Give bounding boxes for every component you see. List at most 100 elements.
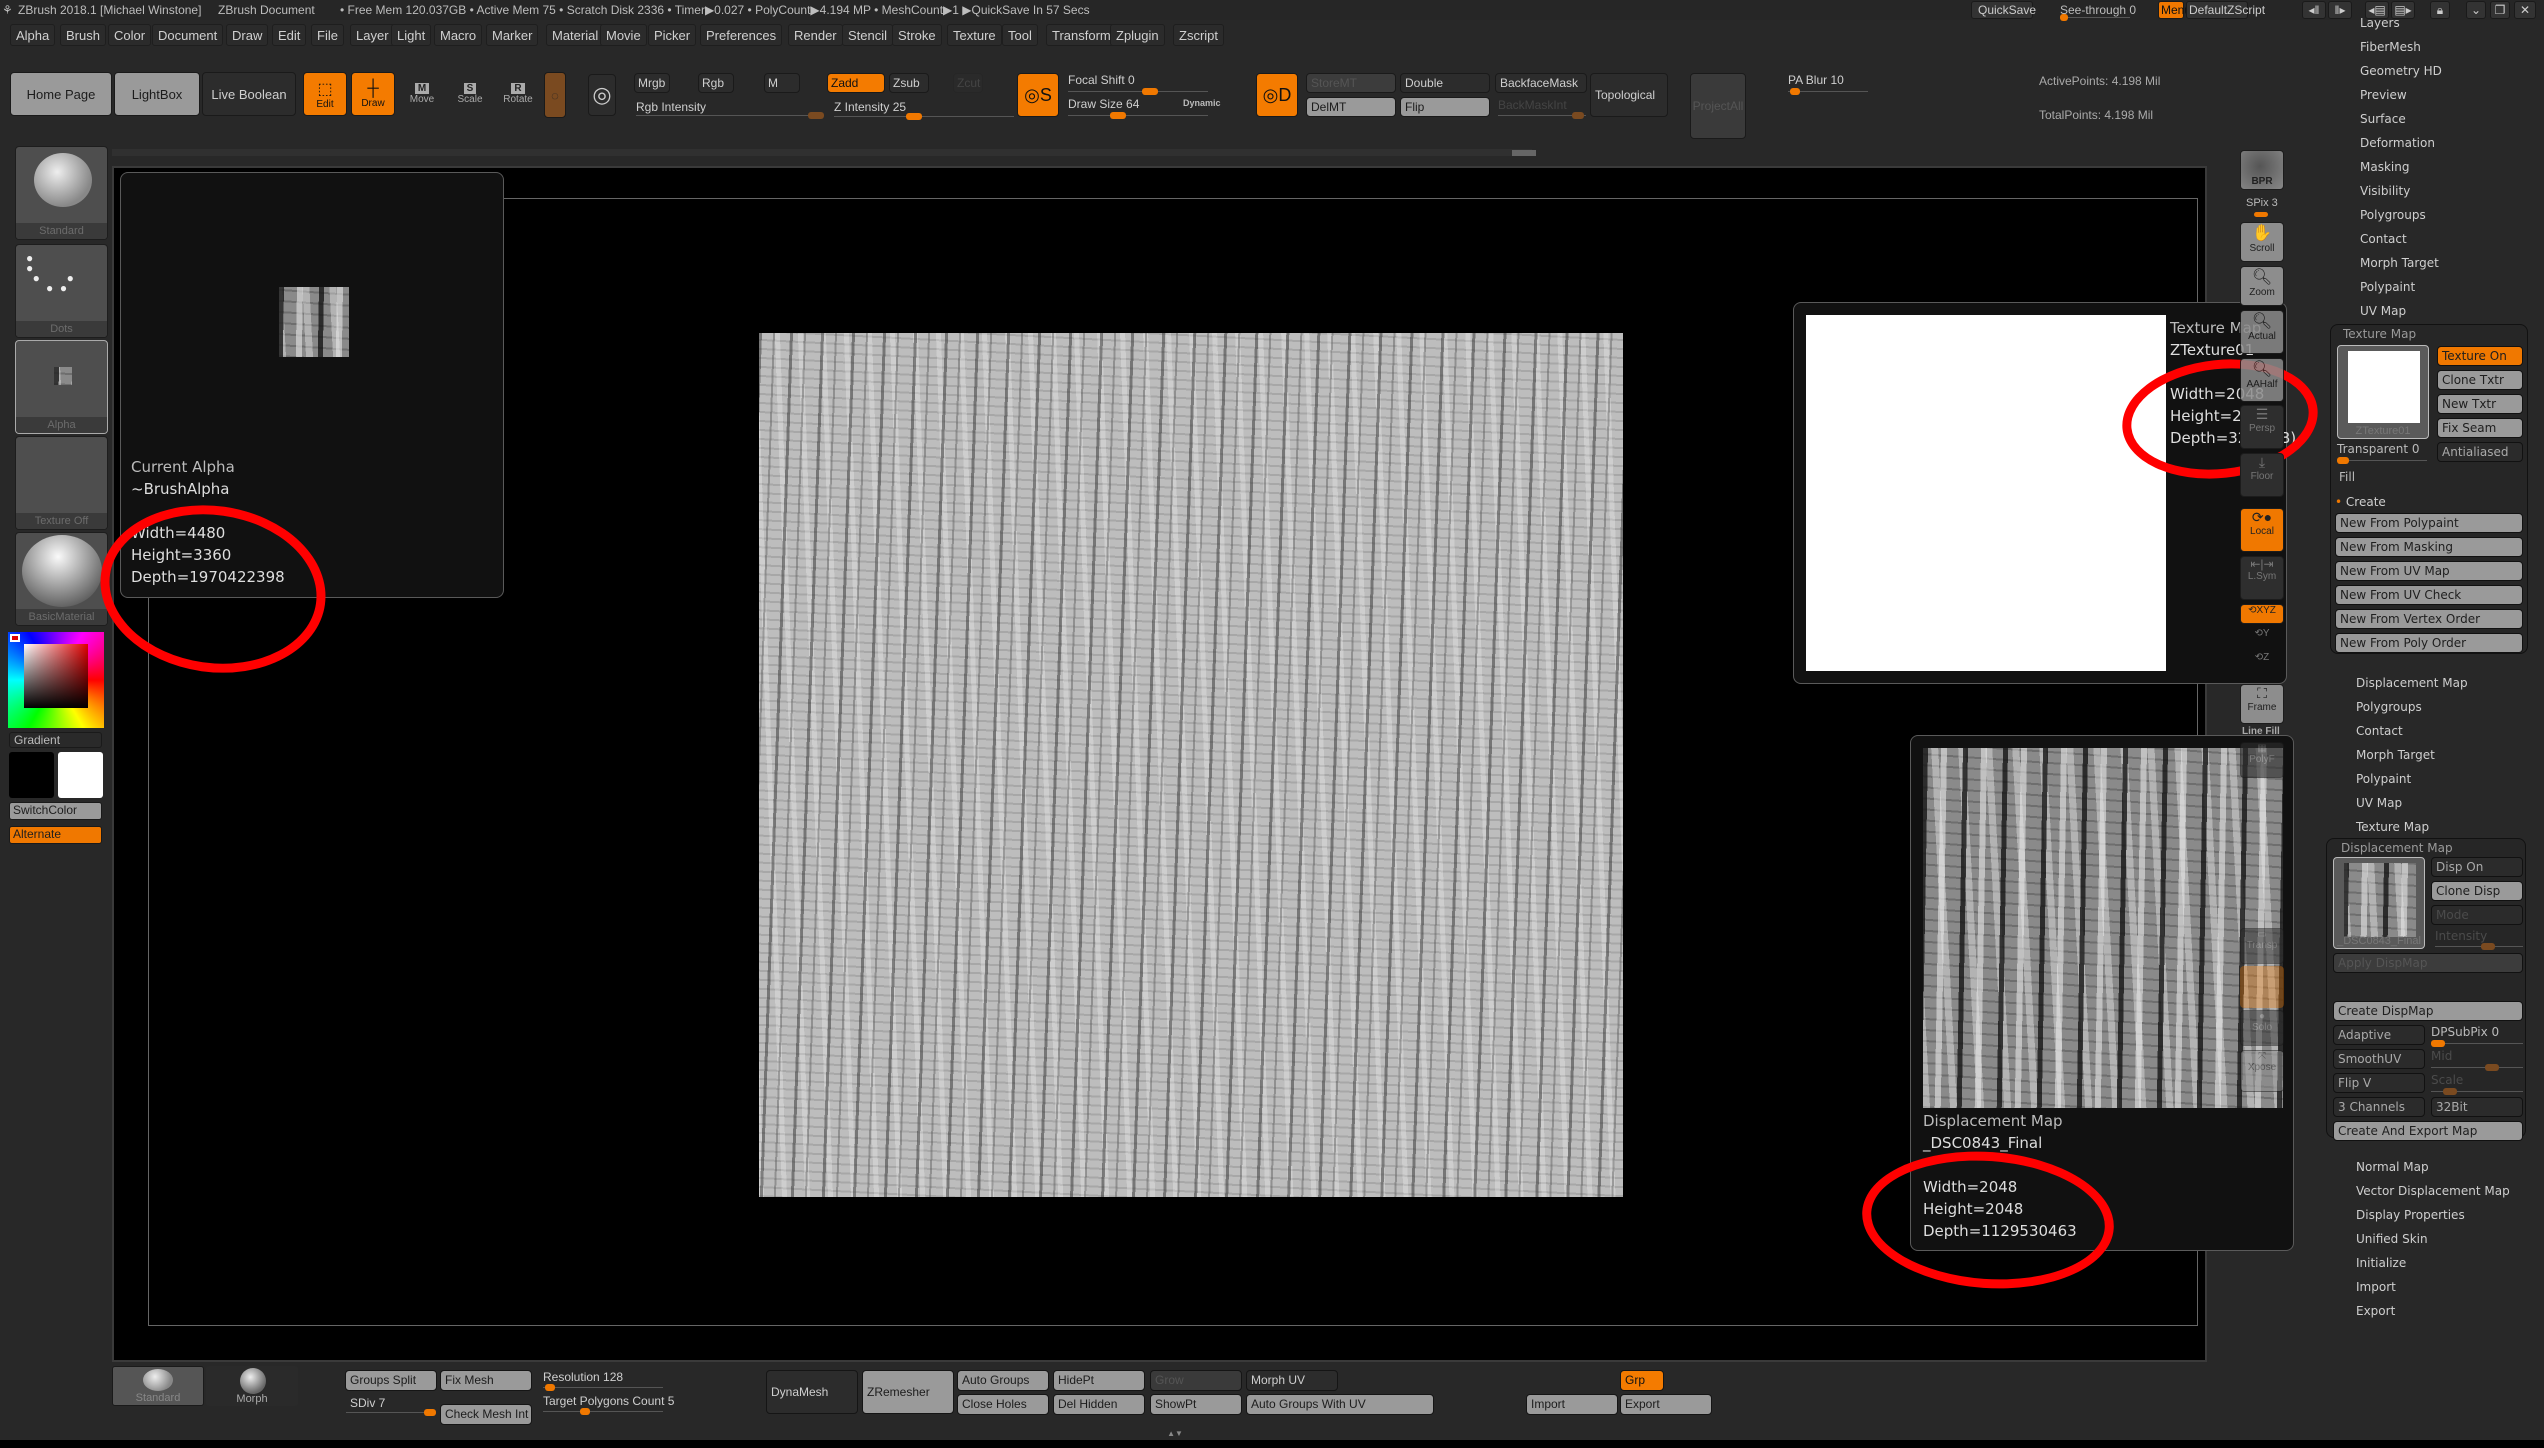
create-section[interactable]: • Create	[2335, 495, 2386, 509]
clone-disp-button[interactable]: Clone Disp	[2431, 881, 2523, 901]
alpha-selector[interactable]: Alpha	[15, 340, 108, 434]
apply-dispmap-button[interactable]: Apply DispMap	[2333, 953, 2523, 973]
mrgb-button[interactable]: Mrgb	[634, 73, 670, 93]
tool-subpalette-fibermesh[interactable]: FiberMesh	[2360, 40, 2421, 54]
ghost-button[interactable]	[2240, 966, 2284, 1008]
menu-macro[interactable]: Macro	[434, 24, 483, 46]
tool-subpalette-masking[interactable]: Masking	[2360, 160, 2409, 174]
focal-shift-knob[interactable]	[1142, 88, 1158, 95]
dpsubpix-knob[interactable]	[2431, 1040, 2445, 1047]
fill-section[interactable]: Fill	[2339, 470, 2355, 484]
alternate-button[interactable]: Alternate	[9, 826, 102, 844]
edit-button[interactable]: ⬚ Edit	[303, 72, 347, 116]
standard-brush-button[interactable]: Standard	[112, 1366, 204, 1406]
check-mesh-integrity-button[interactable]: Check Mesh Int	[440, 1404, 532, 1425]
transp-button[interactable]: ▭ Transp	[2240, 928, 2284, 964]
tool-subpalette-normal-map[interactable]: Normal Map	[2356, 1160, 2429, 1174]
menu-layer[interactable]: Layer	[350, 24, 395, 46]
bottom-shelf-resize-handle[interactable]: ▲▼	[1110, 1430, 1240, 1438]
menu-document[interactable]: Document	[152, 24, 224, 46]
mid-knob[interactable]	[2485, 1064, 2499, 1071]
import-button[interactable]: Import	[1526, 1394, 1618, 1415]
disp-on-button[interactable]: Disp On	[2431, 857, 2523, 877]
tool-subpalette-layers[interactable]: Layers	[2360, 16, 2400, 30]
scroll-right-icon[interactable]: ‖▸	[2328, 1, 2352, 19]
tool-subpalette-polypaint[interactable]: Polypaint	[2360, 280, 2415, 294]
showpt-button[interactable]: ShowPt	[1150, 1394, 1242, 1415]
menu-edit[interactable]: Edit	[272, 24, 307, 46]
displacement-map-thumbnail[interactable]: _DSC0843_Final	[2333, 857, 2425, 949]
tool-subpalette-unified-skin[interactable]: Unified Skin	[2356, 1232, 2428, 1246]
menu-texture[interactable]: Texture	[947, 24, 1002, 46]
create-new-from-polypaint-button[interactable]: New From Polypaint	[2335, 513, 2523, 533]
sculptris-pro-s-button[interactable]: ◎S	[1017, 73, 1059, 117]
menus-toggle[interactable]: Menus	[2158, 1, 2197, 19]
bark-mesh-viewport[interactable]	[759, 333, 1623, 1197]
sdiv-knob[interactable]	[424, 1409, 436, 1416]
texture-map-header[interactable]: Texture Map	[2343, 327, 2416, 341]
dynamic-toggle[interactable]: Dynamic	[1183, 98, 1221, 108]
home-page-button[interactable]: Home Page	[10, 72, 112, 116]
restore-icon[interactable]: ❐	[2490, 1, 2510, 19]
texture-selector[interactable]: Texture Off	[15, 436, 108, 530]
grow-button[interactable]: Grow	[1150, 1370, 1242, 1391]
32bit-button[interactable]: 32Bit	[2431, 1097, 2523, 1117]
m-button[interactable]: M	[764, 73, 800, 93]
menu-transform[interactable]: Transform	[1046, 24, 1117, 46]
switch-color-button[interactable]: SwitchColor	[9, 802, 102, 820]
tool-subpalette-displacement-map[interactable]: Displacement Map	[2356, 676, 2468, 690]
scale-button[interactable]: S Scale	[450, 74, 490, 114]
displacement-map-header[interactable]: Displacement Map	[2341, 841, 2453, 855]
backface-mask-button[interactable]: BackfaceMask	[1495, 73, 1587, 93]
export-button[interactable]: Export	[1620, 1394, 1712, 1415]
stroke-selector[interactable]: ● ● ● ● ● ● Dots	[15, 244, 108, 338]
target-polygons-slider[interactable]	[543, 1411, 663, 1412]
sdiv-slider[interactable]	[346, 1412, 436, 1413]
aahalf-button[interactable]: 🔍︎ AAHalf	[2240, 358, 2284, 402]
solo-button[interactable]: ● Solo	[2240, 1010, 2284, 1046]
top-shelf-scrollbar[interactable]	[112, 149, 1532, 156]
minimize-icon[interactable]: ⌄	[2466, 1, 2486, 19]
antialiased-button[interactable]: Antialiased	[2437, 442, 2523, 462]
flip-v-button[interactable]: Flip V	[2333, 1073, 2425, 1093]
intensity-slider[interactable]	[2435, 946, 2523, 947]
menu-marker[interactable]: Marker	[486, 24, 539, 46]
tool-subpalette-polygroups[interactable]: Polygroups	[2356, 700, 2422, 714]
rgb-intensity-slider[interactable]	[636, 115, 816, 116]
material-sphere-button[interactable]: ◎	[588, 74, 616, 116]
live-boolean-button[interactable]: Live Boolean	[202, 72, 296, 116]
quicksave-button[interactable]: QuickSave	[1971, 1, 2036, 19]
draw-size-knob[interactable]	[1110, 112, 1126, 119]
topological-button[interactable]: Topological	[1590, 73, 1668, 117]
close-holes-button[interactable]: Close Holes	[957, 1394, 1049, 1415]
texture-map-thumbnail[interactable]: ZTexture01	[2337, 345, 2429, 439]
mid-slider[interactable]	[2431, 1067, 2523, 1068]
resolution-slider[interactable]	[543, 1387, 663, 1388]
floor-button[interactable]: ⤓ Floor	[2240, 453, 2284, 497]
menu-stroke[interactable]: Stroke	[892, 24, 942, 46]
rgb-button[interactable]: Rgb	[698, 73, 734, 93]
morph-uv-button[interactable]: Morph UV	[1246, 1370, 1338, 1391]
tool-subpalette-morph-target[interactable]: Morph Target	[2360, 256, 2439, 270]
rotate-xyz-button[interactable]: ⟲XYZ	[2240, 604, 2284, 624]
zcut-button[interactable]: Zcut	[953, 73, 983, 93]
tool-subpalette-vector-displacement-map[interactable]: Vector Displacement Map	[2356, 1184, 2510, 1198]
pa-blur-knob[interactable]	[1790, 88, 1800, 95]
lsym-button[interactable]: ⇤|⇥ L.Sym	[2240, 556, 2284, 600]
polypaint-toggle[interactable]: ◌	[544, 72, 566, 118]
tool-subpalette-deformation[interactable]: Deformation	[2360, 136, 2435, 150]
lock-icon[interactable]: 🔒︎	[2430, 1, 2450, 19]
texture-on-button[interactable]: Texture On	[2437, 346, 2523, 366]
scale-knob[interactable]	[2443, 1088, 2457, 1095]
target-polygons-knob[interactable]	[580, 1408, 590, 1415]
create-new-from-uv-map-button[interactable]: New From UV Map	[2335, 561, 2523, 581]
auto-groups-with-uv-button[interactable]: Auto Groups With UV	[1246, 1394, 1434, 1415]
color-picker-hue-ring[interactable]	[8, 632, 104, 728]
double-button[interactable]: Double	[1400, 73, 1490, 93]
move-button[interactable]: M Move	[402, 74, 442, 114]
create-new-from-poly-order-button[interactable]: New From Poly Order	[2335, 633, 2523, 653]
focal-shift-slider[interactable]	[1068, 91, 1208, 92]
rgb-intensity-knob[interactable]	[808, 112, 824, 119]
tool-subpalette-display-properties[interactable]: Display Properties	[2356, 1208, 2465, 1222]
smoothuv-button[interactable]: SmoothUV	[2333, 1049, 2425, 1069]
